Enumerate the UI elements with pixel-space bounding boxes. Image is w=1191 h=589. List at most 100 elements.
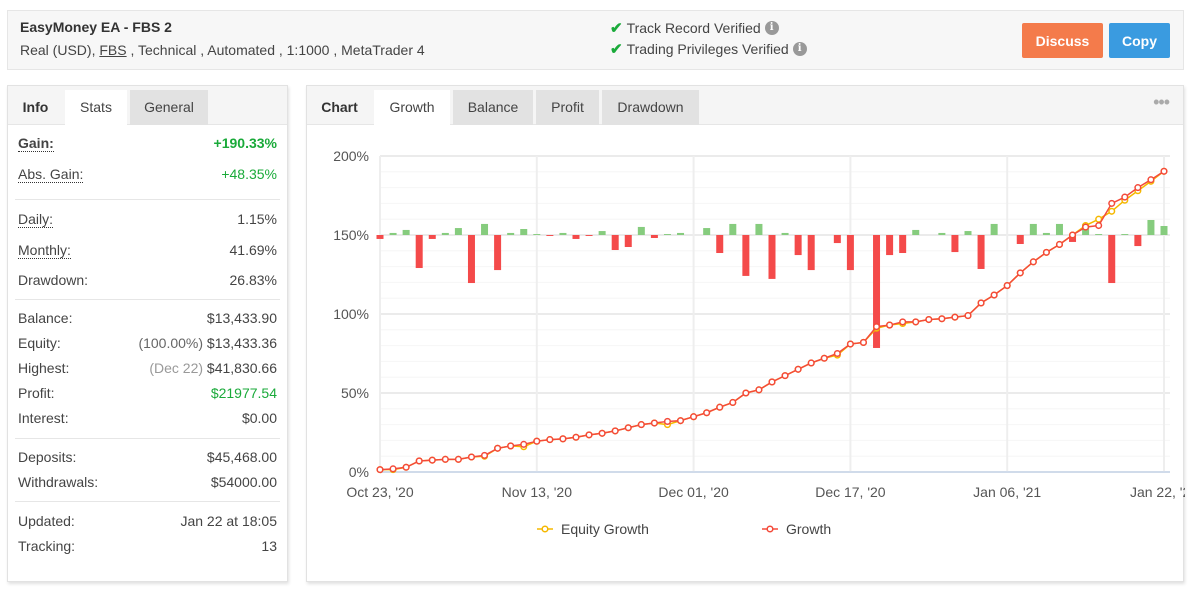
data-point bbox=[938, 315, 946, 323]
tab-growth[interactable]: Growth bbox=[374, 90, 450, 126]
daily-bar bbox=[964, 231, 972, 235]
ellipsis-icon[interactable]: ••• bbox=[1153, 92, 1170, 113]
tab-drawdown[interactable]: Drawdown bbox=[602, 90, 699, 125]
stat-label[interactable]: Daily: bbox=[18, 211, 54, 228]
daily-bar bbox=[977, 235, 985, 269]
daily-bar bbox=[546, 235, 554, 236]
data-point bbox=[703, 409, 711, 417]
stat-value: $41,830.66 bbox=[206, 360, 277, 376]
system-title: EasyMoney EA - FBS 2 bbox=[20, 19, 172, 35]
divider bbox=[15, 199, 280, 200]
stat-label[interactable]: Monthly: bbox=[18, 242, 71, 259]
account-type: Real (USD), bbox=[20, 42, 100, 58]
daily-bar bbox=[1121, 234, 1129, 235]
data-point bbox=[807, 359, 815, 367]
daily-bar bbox=[1042, 232, 1050, 235]
daily-bar bbox=[716, 235, 724, 254]
x-tick-label: Nov 13, '20 bbox=[502, 484, 573, 500]
stat-value: $13,433.90 bbox=[206, 310, 277, 326]
stats-tabs: Info Stats General bbox=[8, 86, 287, 126]
legend-label: Equity Growth bbox=[561, 521, 649, 537]
data-point bbox=[755, 386, 763, 394]
data-point bbox=[1095, 221, 1103, 230]
stat-value: +48.35% bbox=[221, 166, 277, 182]
data-point bbox=[598, 429, 606, 437]
verification-label: Trading Privileges Verified bbox=[626, 41, 789, 57]
copy-button[interactable]: Copy bbox=[1109, 23, 1170, 58]
stat-label: Tracking: bbox=[18, 538, 76, 554]
data-point bbox=[768, 378, 776, 386]
stat-updated: Updated: Jan 22 at 18:05 bbox=[18, 513, 277, 529]
data-point bbox=[1068, 231, 1077, 239]
data-point bbox=[964, 312, 972, 320]
data-point bbox=[742, 389, 750, 397]
stat-value: $13,433.36 bbox=[206, 335, 277, 351]
tab-profit[interactable]: Profit bbox=[536, 90, 599, 125]
tab-general[interactable]: General bbox=[130, 90, 208, 125]
y-tick-label: 150% bbox=[333, 227, 369, 243]
data-point bbox=[428, 456, 436, 464]
stat-value: +190.33% bbox=[213, 135, 277, 151]
data-point bbox=[676, 417, 685, 425]
daily-bar bbox=[951, 235, 959, 253]
x-tick-label: Oct 23, '20 bbox=[346, 484, 413, 500]
data-point bbox=[389, 465, 397, 473]
daily-bar bbox=[585, 235, 593, 236]
stat-value: $0.00 bbox=[241, 410, 277, 426]
info-icon[interactable]: i bbox=[764, 21, 779, 35]
daily-bar bbox=[886, 235, 894, 256]
data-point bbox=[899, 318, 907, 326]
daily-bar bbox=[807, 235, 815, 271]
data-point bbox=[1029, 258, 1037, 266]
stat-label: Balance: bbox=[18, 310, 73, 326]
x-tick-label: Dec 01, '20 bbox=[658, 484, 729, 500]
tab-chart[interactable]: Chart bbox=[307, 90, 372, 125]
tab-balance[interactable]: Balance bbox=[453, 90, 533, 125]
stat-value: 26.83% bbox=[229, 272, 277, 288]
data-point bbox=[467, 453, 476, 461]
data-point bbox=[1160, 167, 1168, 175]
tab-stats[interactable]: Stats bbox=[65, 90, 127, 126]
broker-link[interactable]: FBS bbox=[99, 42, 126, 58]
stat-daily: Daily: 1.15% bbox=[18, 211, 277, 228]
data-point bbox=[494, 444, 502, 452]
stat-label: Withdrawals: bbox=[18, 474, 99, 490]
growth-chart: Oct 23, '20 Nov 13, '20 Dec 01, '20 Dec 17,… bbox=[333, 148, 1185, 537]
account-header: EasyMoney EA - FBS 2 Real (USD), FBS , T… bbox=[7, 10, 1184, 70]
data-point bbox=[585, 431, 593, 439]
data-point bbox=[977, 299, 985, 307]
stat-note: (100.00%) bbox=[138, 335, 204, 351]
data-point bbox=[990, 291, 998, 299]
data-point bbox=[1016, 269, 1024, 277]
y-tick-label: 50% bbox=[341, 385, 369, 401]
data-point bbox=[507, 442, 515, 450]
daily-bar bbox=[794, 235, 802, 256]
stat-label: Updated: bbox=[18, 513, 75, 529]
data-point bbox=[624, 424, 632, 432]
tab-info[interactable]: Info bbox=[8, 90, 63, 125]
daily-bar bbox=[494, 235, 502, 271]
daily-bar bbox=[389, 232, 397, 235]
daily-bar bbox=[559, 232, 567, 235]
data-point bbox=[637, 421, 645, 429]
data-point bbox=[912, 318, 920, 326]
stat-withdrawals: Withdrawals: $54000.00 bbox=[18, 474, 277, 490]
daily-bar bbox=[624, 235, 632, 248]
daily-bar bbox=[663, 234, 671, 235]
data-point bbox=[846, 340, 854, 348]
daily-bar bbox=[938, 232, 946, 235]
data-point bbox=[872, 323, 881, 331]
data-point bbox=[716, 403, 724, 411]
data-point bbox=[441, 455, 449, 463]
stat-value: Jan 22 at 18:05 bbox=[180, 513, 277, 529]
stat-label[interactable]: Abs. Gain: bbox=[18, 166, 84, 183]
data-point bbox=[480, 451, 489, 459]
daily-bar bbox=[376, 235, 384, 239]
discuss-button[interactable]: Discuss bbox=[1022, 23, 1103, 58]
info-icon[interactable]: i bbox=[792, 42, 807, 56]
y-tick-label: 0% bbox=[349, 464, 369, 480]
account-attributes: , Technical , Automated , 1:1000 , MetaT… bbox=[126, 42, 425, 58]
legend-marker bbox=[766, 525, 774, 533]
data-point bbox=[546, 436, 554, 444]
stat-label[interactable]: Gain: bbox=[18, 135, 54, 152]
